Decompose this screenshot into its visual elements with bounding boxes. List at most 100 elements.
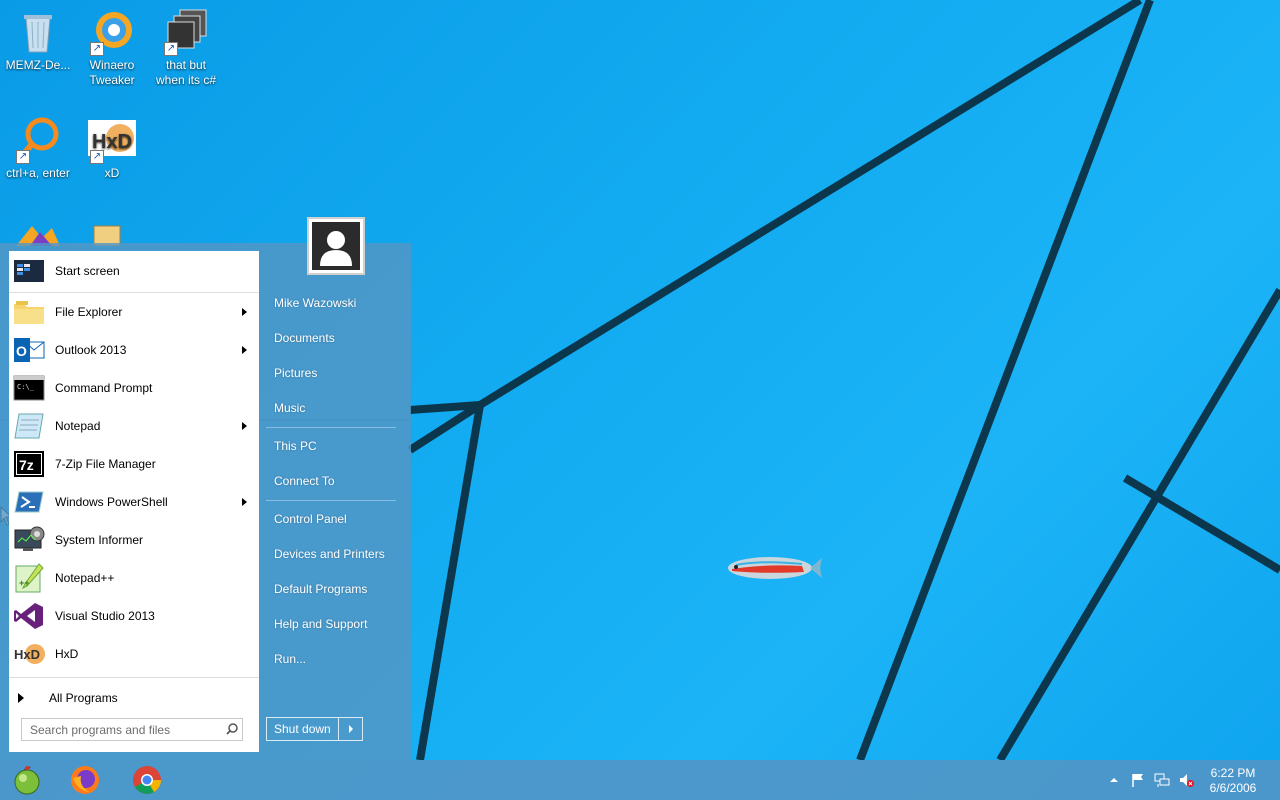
program-label: System Informer: [55, 533, 144, 547]
program-label: Notepad: [55, 419, 101, 433]
desktop-icon-ctrl-a-enter[interactable]: ↗ ctrl+a, enter: [2, 116, 74, 181]
shortcut-arrow-icon: ↗: [90, 150, 104, 164]
start-button[interactable]: [0, 760, 54, 800]
search-box[interactable]: [21, 718, 243, 741]
all-programs-label: All Programs: [49, 691, 118, 705]
program-visual-studio-2013[interactable]: Visual Studio 2013: [9, 598, 259, 634]
user-silhouette-icon: [312, 222, 360, 270]
shortcut-arrow-icon: ↗: [90, 42, 104, 56]
start-menu-programs-pane: Start screen File Explorer O Outlook 201…: [9, 251, 259, 752]
program-file-explorer[interactable]: File Explorer: [9, 294, 259, 330]
link-default-programs[interactable]: Default Programs: [274, 582, 367, 596]
chevron-right-icon: [348, 725, 353, 733]
taskbar-firefox[interactable]: [58, 760, 112, 800]
hxd-icon: HxD ↗: [88, 116, 136, 164]
program-label: HxD: [55, 647, 79, 661]
shutdown-button[interactable]: Shut down: [267, 718, 338, 740]
stacked-windows-icon: ↗: [162, 8, 210, 56]
shutdown-options-button[interactable]: [338, 718, 362, 740]
desktop-icon-label: ctrl+a, enter: [6, 166, 70, 180]
folder-icon: [13, 296, 45, 328]
svg-text:HxD: HxD: [14, 647, 40, 662]
firefox-icon: [71, 766, 99, 794]
link-documents[interactable]: Documents: [274, 331, 335, 345]
link-help-and-support[interactable]: Help and Support: [274, 617, 367, 631]
program-label: 7-Zip File Manager: [55, 457, 156, 471]
expand-triangle-icon: [18, 693, 24, 703]
7zip-icon: 7z: [13, 448, 45, 480]
clock-time: 6:22 PM: [1210, 766, 1256, 780]
svg-text:C:\_: C:\_: [17, 383, 35, 391]
program-system-informer[interactable]: System Informer: [9, 522, 259, 558]
clock-date: 6/6/2006: [1209, 781, 1257, 795]
separator: [9, 292, 259, 293]
submenu-arrow-icon[interactable]: [242, 346, 247, 354]
program-start-screen[interactable]: Start screen: [9, 253, 259, 289]
program-label: Windows PowerShell: [55, 495, 168, 509]
desktop-icon-xd[interactable]: HxD ↗ xD: [76, 116, 148, 181]
program-notepad[interactable]: Notepad: [9, 408, 259, 444]
svg-text:O: O: [16, 343, 27, 359]
all-programs-button[interactable]: All Programs: [9, 681, 259, 715]
notepad-icon: [13, 410, 45, 442]
outlook-icon: O: [13, 334, 45, 366]
link-pictures[interactable]: Pictures: [274, 366, 317, 380]
action-center-flag-icon[interactable]: [1130, 772, 1146, 788]
hxd-icon: HxD: [13, 638, 45, 670]
search-input[interactable]: [22, 719, 222, 740]
desktop-icon-label: that but when its c#: [155, 58, 217, 87]
start-screen-icon: [13, 255, 45, 287]
show-hidden-icons-chevron-up-icon[interactable]: [1106, 772, 1122, 788]
link-user-name[interactable]: Mike Wazowski: [274, 296, 356, 310]
recycle-bin-icon: [14, 8, 62, 56]
svg-text:7z: 7z: [19, 457, 34, 473]
program-command-prompt[interactable]: C:\_ Command Prompt: [9, 370, 259, 406]
start-menu: Start screen File Explorer O Outlook 201…: [0, 217, 411, 760]
program-label: Command Prompt: [55, 381, 153, 395]
magnifier-icon: ↗: [14, 116, 62, 164]
program-hxd[interactable]: HxD HxD: [9, 636, 259, 672]
shortcut-arrow-icon: ↗: [16, 150, 30, 164]
separator: [266, 427, 396, 428]
start-orb-icon: [14, 766, 40, 795]
separator: [266, 500, 396, 501]
fish-desktop-pet: [728, 557, 822, 579]
network-icon[interactable]: [1154, 772, 1170, 788]
program-label: Outlook 2013: [55, 343, 127, 357]
desktop-icon-that-but-when-its-csharp[interactable]: ↗ that but when its c#: [150, 8, 222, 88]
submenu-arrow-icon[interactable]: [242, 422, 247, 430]
link-control-panel[interactable]: Control Panel: [274, 512, 347, 526]
shortcut-arrow-icon: ↗: [164, 42, 178, 56]
search-icon[interactable]: [222, 720, 242, 740]
submenu-arrow-icon[interactable]: [242, 308, 247, 316]
program-notepad-plus-plus[interactable]: ++ Notepad++: [9, 560, 259, 596]
program-7zip-file-manager[interactable]: 7z 7-Zip File Manager: [9, 446, 259, 482]
taskbar-chrome[interactable]: [120, 760, 174, 800]
program-windows-powershell[interactable]: Windows PowerShell: [9, 484, 259, 520]
link-run[interactable]: Run...: [274, 652, 306, 666]
user-avatar[interactable]: [307, 217, 365, 275]
program-label: File Explorer: [55, 305, 123, 319]
desktop-icon-label: xD: [104, 166, 120, 180]
taskbar-clock[interactable]: 6:22 PM 6/6/2006: [1200, 766, 1266, 796]
program-label: Visual Studio 2013: [55, 609, 155, 623]
link-devices-and-printers[interactable]: Devices and Printers: [274, 547, 385, 561]
program-label: Start screen: [55, 264, 120, 278]
link-music[interactable]: Music: [274, 401, 305, 415]
volume-muted-icon[interactable]: [1178, 772, 1194, 788]
shutdown-label: Shut down: [274, 722, 331, 736]
link-connect-to[interactable]: Connect To: [274, 474, 335, 488]
taskbar: 6:22 PM 6/6/2006: [0, 760, 1280, 800]
command-prompt-icon: C:\_: [13, 372, 45, 404]
winaero-tweaker-icon: ↗: [88, 8, 136, 56]
desktop-icon-memz[interactable]: MEMZ-De...: [2, 8, 74, 73]
powershell-icon: [13, 486, 45, 518]
shutdown-control: Shut down: [266, 717, 363, 741]
link-this-pc[interactable]: This PC: [274, 439, 317, 453]
notepad-plus-plus-icon: ++: [13, 562, 45, 594]
submenu-arrow-icon[interactable]: [242, 498, 247, 506]
svg-text:++: ++: [19, 578, 30, 588]
program-outlook-2013[interactable]: O Outlook 2013: [9, 332, 259, 368]
program-label: Notepad++: [55, 571, 115, 585]
desktop-icon-winaero-tweaker[interactable]: ↗ Winaero Tweaker: [76, 8, 148, 88]
